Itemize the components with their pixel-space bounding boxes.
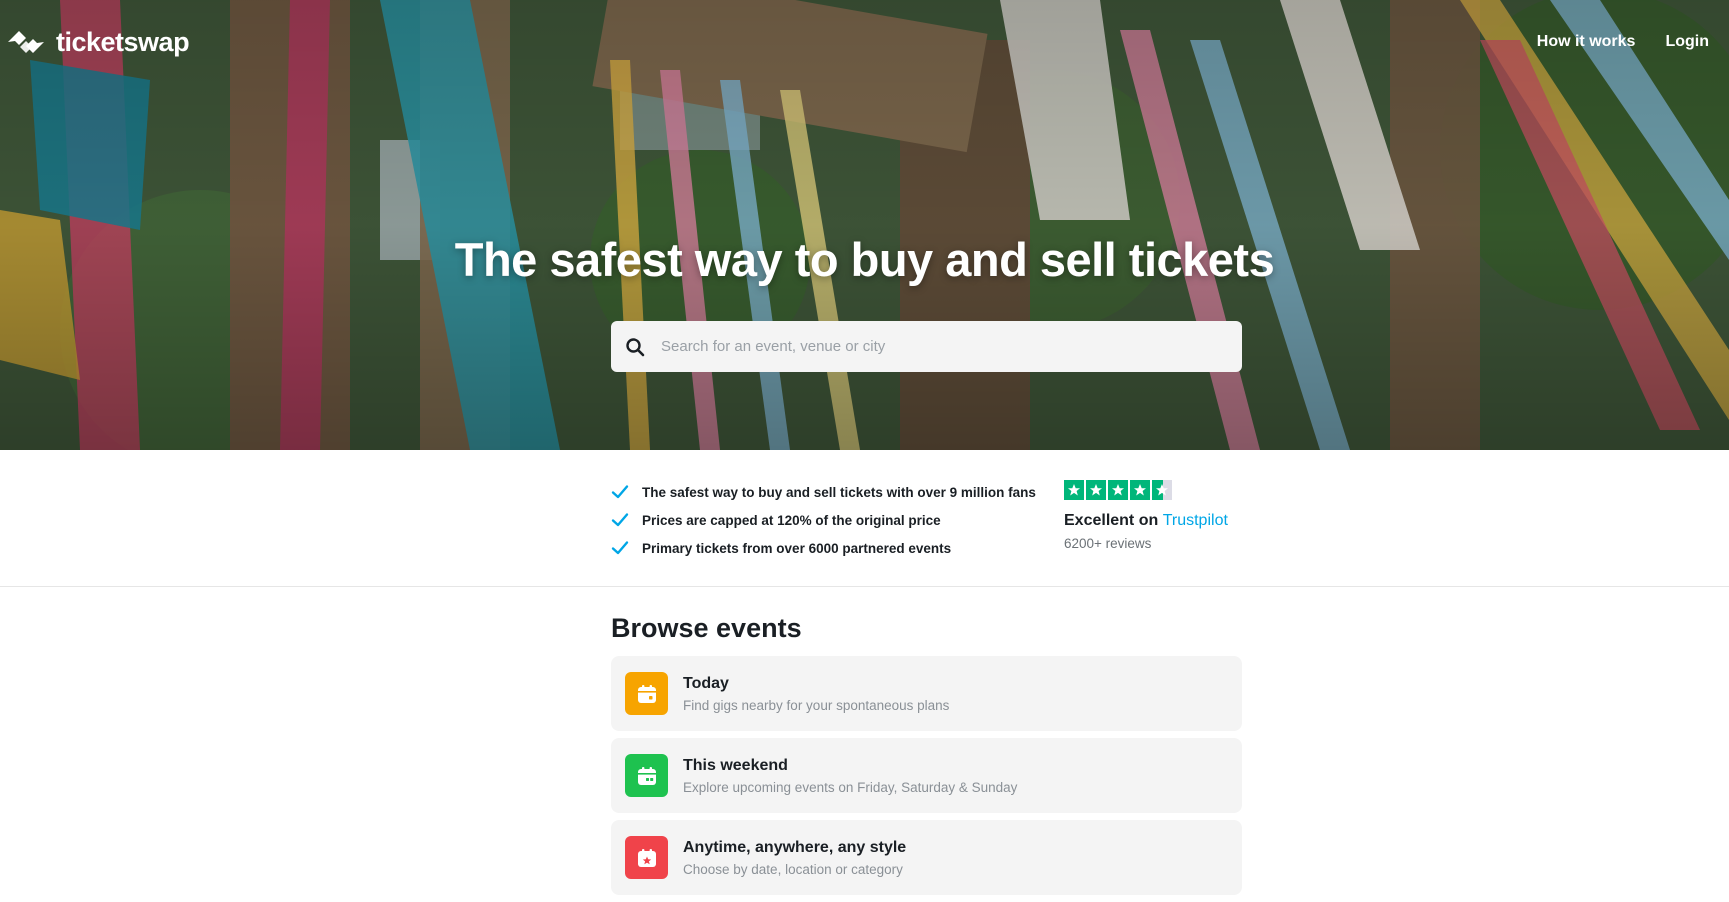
usp-list: The safest way to buy and sell tickets w… — [611, 478, 1036, 562]
ticketswap-logo-icon — [8, 31, 44, 53]
usp-item: Prices are capped at 120% of the origina… — [611, 506, 1036, 534]
trustpilot-star-icon — [1130, 480, 1150, 500]
category-text: Anytime, anywhere, any style Choose by d… — [683, 839, 906, 877]
usp-text: Primary tickets from over 6000 partnered… — [642, 540, 952, 556]
category-text: This weekend Explore upcoming events on … — [683, 757, 1017, 795]
trustpilot-stars — [1064, 480, 1228, 500]
hero: ticketswap How it works Login The safest… — [0, 0, 1729, 450]
category-description: Choose by date, location or category — [683, 861, 903, 877]
trustpilot-star-icon — [1064, 480, 1084, 500]
category-text: Today Find gigs nearby for your spontane… — [683, 675, 949, 713]
check-icon — [611, 485, 629, 499]
check-icon — [611, 513, 629, 527]
check-icon — [611, 541, 629, 555]
category-title: Anytime, anywhere, any style — [683, 838, 907, 856]
trust-strip: The safest way to buy and sell tickets w… — [0, 450, 1729, 587]
usp-text: Prices are capped at 120% of the origina… — [642, 512, 941, 528]
calendar-star-icon — [625, 836, 668, 879]
category-anytime[interactable]: Anytime, anywhere, any style Choose by d… — [611, 820, 1242, 895]
search-input[interactable] — [659, 337, 1228, 356]
calendar-weekend-icon — [625, 754, 668, 797]
category-this-weekend[interactable]: This weekend Explore upcoming events on … — [611, 738, 1242, 813]
main-nav: How it works Login — [1537, 33, 1709, 51]
trustpilot-prefix: Excellent on — [1064, 512, 1159, 529]
browse-events: Browse events Today Find gigs nearby for… — [611, 613, 1242, 902]
usp-item: The safest way to buy and sell tickets w… — [611, 478, 1036, 506]
search-bar[interactable] — [611, 321, 1242, 372]
trustpilot-review-count: 6200+ reviews — [1064, 536, 1152, 551]
brand-logo-link[interactable]: ticketswap — [6, 26, 190, 58]
nav-how-it-works[interactable]: How it works — [1537, 33, 1636, 51]
trustpilot-rating-line: Excellent on Trustpilot — [1064, 512, 1228, 530]
category-description: Find gigs nearby for your spontaneous pl… — [683, 697, 950, 713]
trustpilot-star-icon — [1108, 480, 1128, 500]
trustpilot-half-star-icon — [1152, 480, 1172, 500]
brand-name: ticketswap — [56, 26, 190, 57]
category-title: This weekend — [683, 756, 788, 774]
browse-heading: Browse events — [611, 613, 802, 643]
calendar-icon — [625, 672, 668, 715]
top-bar: ticketswap How it works Login — [0, 0, 1729, 84]
trustpilot-widget: Excellent on Trustpilot 6200+ reviews — [1064, 480, 1228, 551]
category-title: Today — [683, 674, 729, 692]
hero-title: The safest way to buy and sell tickets — [454, 233, 1275, 286]
category-today[interactable]: Today Find gigs nearby for your spontane… — [611, 656, 1242, 731]
nav-login[interactable]: Login — [1665, 33, 1709, 51]
category-description: Explore upcoming events on Friday, Satur… — [683, 779, 1018, 795]
trustpilot-star-icon — [1086, 480, 1106, 500]
usp-item: Primary tickets from over 6000 partnered… — [611, 534, 1036, 562]
search-icon — [626, 337, 645, 356]
usp-text: The safest way to buy and sell tickets w… — [642, 484, 1036, 500]
trustpilot-link[interactable]: Trustpilot — [1163, 512, 1228, 529]
